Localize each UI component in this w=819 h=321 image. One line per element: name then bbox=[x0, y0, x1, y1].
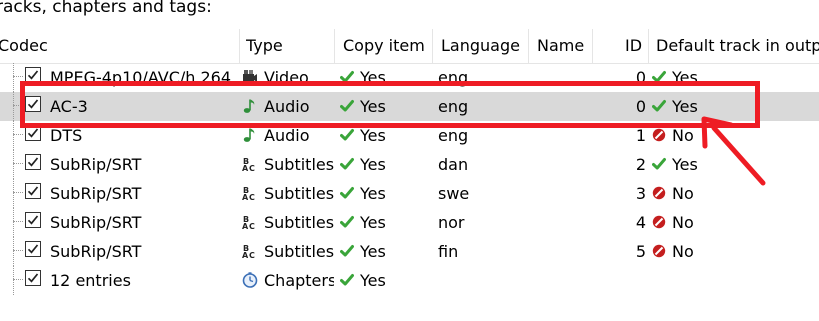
arrow-annotation bbox=[701, 116, 766, 186]
